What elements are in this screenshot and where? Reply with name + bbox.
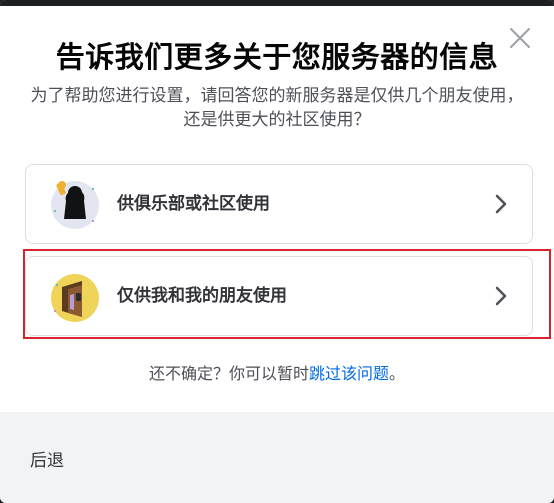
back-button[interactable]: 后退 xyxy=(30,446,64,471)
skip-question-link[interactable]: 跳过该问题 xyxy=(309,364,389,383)
server-info-modal: 告诉我们更多关于您服务器的信息 为了帮助您进行设置，请回答您的新服务器是仅供几个… xyxy=(0,0,554,503)
chevron-right-icon xyxy=(495,194,507,214)
background-edge xyxy=(0,0,554,6)
option-label: 仅供我和我的朋友使用 xyxy=(117,286,287,306)
option-club-community[interactable]: 供俱乐部或社区使用 xyxy=(25,164,533,244)
modal-footer: 后退 xyxy=(0,412,554,503)
unsure-text: 还不确定？你可以暂时跳过该问题。 xyxy=(0,360,554,384)
club-community-icon xyxy=(51,181,99,229)
option-label: 供俱乐部或社区使用 xyxy=(117,194,270,214)
unsure-suffix: 。 xyxy=(389,364,406,383)
unsure-prefix: 还不确定？你可以暂时 xyxy=(148,364,309,383)
chevron-right-icon xyxy=(495,286,507,306)
friends-door-icon xyxy=(51,274,99,322)
modal-title: 告诉我们更多关于您服务器的信息 xyxy=(55,40,499,74)
modal-subtitle: 为了帮助您进行设置，请回答您的新服务器是仅供几个朋友使用，还是供更大的社区使用？ xyxy=(30,86,524,130)
option-friends-only[interactable]: 仅供我和我的朋友使用 xyxy=(25,256,533,336)
